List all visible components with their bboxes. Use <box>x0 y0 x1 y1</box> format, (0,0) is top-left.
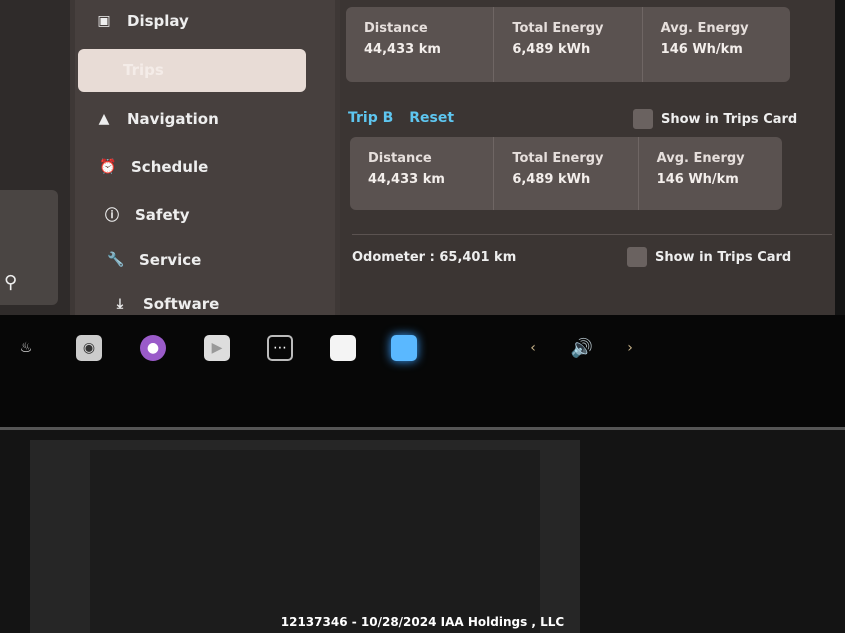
reset-trip-b-button[interactable]: Reset <box>409 110 454 126</box>
center-console <box>30 440 580 633</box>
trip-a-avg: Avg. Energy 146 Wh/km <box>660 21 749 57</box>
rear-defrost-icon[interactable]: ♨ <box>13 335 39 361</box>
sidebar-item-display[interactable]: ▣ Display <box>95 12 188 30</box>
alarm-clock-icon: ⏰ <box>99 159 117 175</box>
trip-b-distance: Distance 44,433 km <box>350 137 495 210</box>
display-icon: ▣ <box>97 13 111 29</box>
media-icon[interactable]: ● <box>140 335 166 361</box>
sidebar-item-safety[interactable]: ⓘ Safety <box>103 205 190 225</box>
search-button[interactable]: ⚲ <box>0 190 58 305</box>
sidebar-item-trips[interactable]: Trips <box>78 49 306 92</box>
trip-b-card: Distance 44,433 km Total Energy 6,489 kWh … <box>350 137 782 210</box>
sidebar-item-software[interactable]: ⤓ Software <box>111 295 219 313</box>
video-icon[interactable]: ▶ <box>204 335 230 361</box>
search-icon: ⚲ <box>4 272 18 293</box>
odometer-show-checkbox[interactable]: Show in Trips Card <box>627 247 791 267</box>
sidebar-item-service[interactable]: 🔧 Service <box>107 251 201 269</box>
safety-icon: ⓘ <box>105 208 119 224</box>
chevron-right-icon[interactable]: › <box>617 335 643 361</box>
trip-a-card: Distance 44,433 km Total Energy 6,489 kWh … <box>346 7 790 82</box>
trip-b-show-checkbox[interactable]: Show in Trips Card <box>633 109 797 129</box>
trips-panel: Distance 44,433 km Total Energy 6,489 kWh … <box>340 0 835 315</box>
trip-b-energy: Total Energy 6,489 kWh <box>494 137 639 210</box>
wrench-icon: 🔧 <box>107 252 125 268</box>
odometer: Odometer : 65,401 km <box>352 250 517 265</box>
trip-b-title: Trip B <box>348 110 394 126</box>
navigation-icon: ▲ <box>98 111 110 127</box>
watermark: 12137346 - 10/28/2024 IAA Holdings , LLC <box>280 615 565 629</box>
settings-sidebar: ▣ Display Trips ▲ Navigation ⏰ Schedule ⓘ Sa… <box>75 0 335 315</box>
sidebar-item-schedule[interactable]: ⏰ Schedule <box>99 158 208 176</box>
dock-bar: ♨ ◉ ● ▶ ⋯ ‹ 🔊 › <box>0 315 845 430</box>
touchscreen: ⚲ ▣ Display Trips ▲ Navigation ⏰ Schedule ⓘ… <box>0 0 835 315</box>
camera-icon[interactable]: ◉ <box>76 335 102 361</box>
divider <box>352 234 832 235</box>
trip-b-avg: Avg. Energy 146 Wh/km <box>656 151 745 187</box>
app-icon[interactable] <box>391 335 417 361</box>
trip-b-header: Trip B Reset <box>348 110 454 126</box>
chevron-left-icon[interactable]: ‹ <box>520 335 546 361</box>
sidebar-item-navigation[interactable]: ▲ Navigation <box>95 110 219 128</box>
checkbox[interactable] <box>627 247 647 267</box>
trip-a-distance: Distance 44,433 km <box>346 7 495 82</box>
console-tray <box>90 450 540 633</box>
volume-icon[interactable]: 🔊 <box>565 335 599 361</box>
more-icon[interactable]: ⋯ <box>267 335 293 361</box>
download-icon: ⤓ <box>116 296 124 312</box>
checkbox[interactable] <box>633 109 653 129</box>
trip-a-energy: Total Energy 6,489 kWh <box>494 7 643 82</box>
notes-icon[interactable] <box>330 335 356 361</box>
